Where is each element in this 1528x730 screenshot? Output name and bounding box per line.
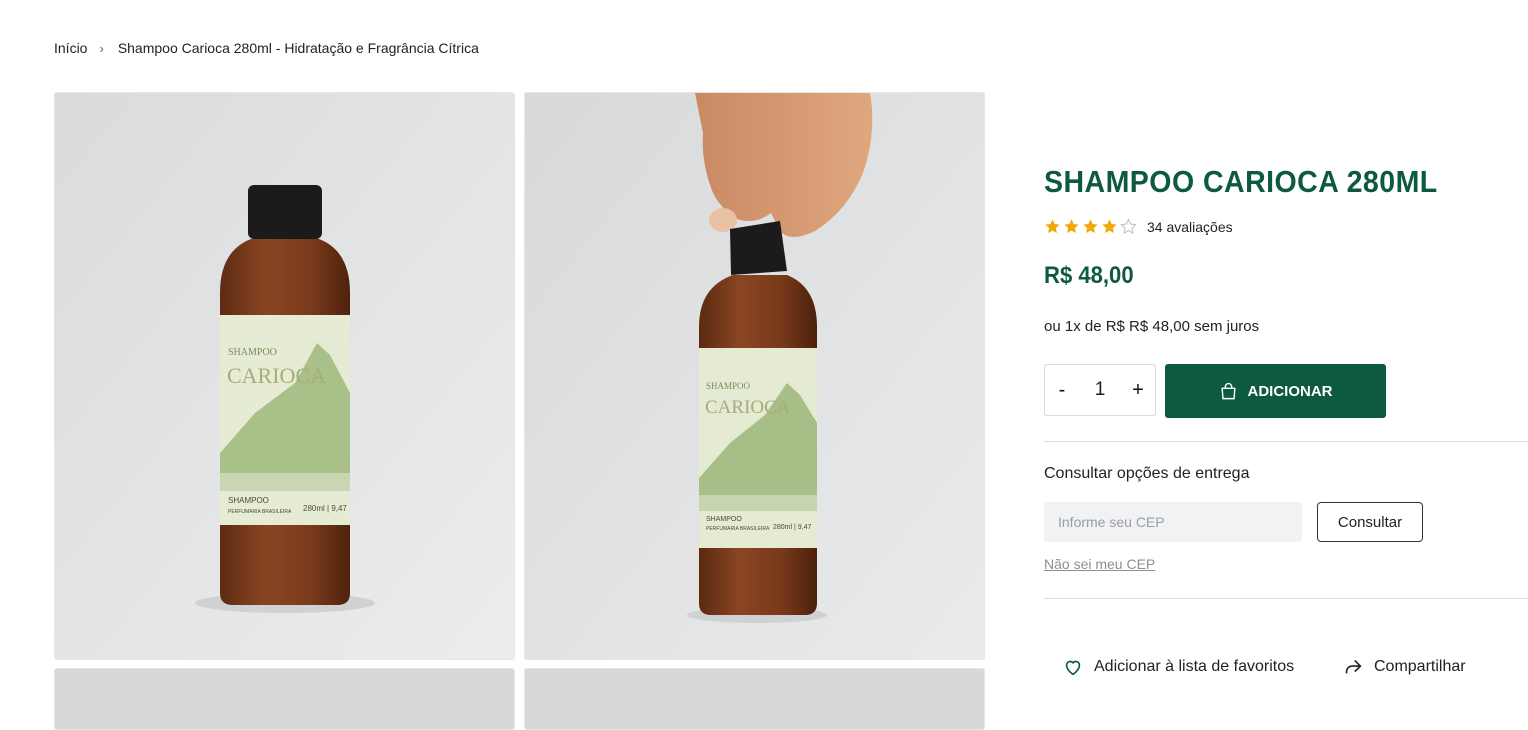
add-to-cart-label: ADICIONAR	[1247, 382, 1333, 400]
star-filled-icon	[1083, 219, 1098, 234]
share-button[interactable]: Compartilhar	[1342, 656, 1466, 678]
add-to-cart-button[interactable]: ADICIONAR	[1165, 364, 1386, 418]
quantity-value[interactable]: 1	[1079, 379, 1121, 401]
product-image-4[interactable]	[524, 668, 985, 730]
label-brand-small: SHAMPOO	[706, 381, 751, 391]
cep-input[interactable]	[1044, 502, 1302, 542]
breadcrumb-home-link[interactable]: Início	[54, 40, 87, 56]
product-image-3[interactable]	[54, 668, 515, 730]
label-brand-large: CARIOCA	[705, 397, 791, 418]
product-title: SHAMPOO CARIOCA 280ML	[1044, 164, 1438, 199]
quantity-increase-button[interactable]: +	[1121, 365, 1155, 415]
breadcrumb: Início › Shampoo Carioca 280ml - Hidrata…	[54, 40, 479, 56]
divider	[1044, 598, 1528, 599]
label-maker: PERFUMARIA BRASILEIRA	[706, 526, 770, 532]
product-price: R$ 48,00	[1044, 262, 1134, 289]
share-label: Compartilhar	[1374, 658, 1466, 675]
label-type: SHAMPOO	[706, 516, 742, 523]
label-maker: PERFUMARIA BRASILEIRA	[228, 509, 292, 515]
star-filled-icon	[1064, 219, 1079, 234]
label-brand-large: CARIOCA	[227, 363, 326, 388]
label-brand-small: SHAMPOO	[228, 347, 277, 358]
shopping-bag-icon	[1220, 382, 1236, 399]
quantity-stepper: - 1 +	[1044, 364, 1156, 416]
heart-icon	[1065, 660, 1081, 676]
favorites-label: Adicionar à lista de favoritos	[1094, 658, 1295, 675]
delivery-title: Consultar opções de entrega	[1044, 465, 1250, 482]
label-volume: 280ml | 9,47	[773, 524, 812, 531]
consult-cep-button[interactable]: Consultar	[1317, 502, 1423, 542]
breadcrumb-current: Shampoo Carioca 280ml - Hidratação e Fra…	[117, 40, 479, 56]
reviews-count[interactable]: 34 avaliações	[1147, 219, 1233, 235]
label-type: SHAMPOO	[228, 496, 269, 505]
label-volume: 280ml | 9,47	[303, 504, 347, 513]
divider	[1044, 441, 1528, 442]
share-icon	[1345, 659, 1362, 674]
quantity-decrease-button[interactable]: -	[1045, 365, 1079, 415]
star-empty-icon	[1120, 218, 1137, 234]
product-image-1[interactable]: SHAMPOO CARIOCA SHAMPOO PERFUMARIA BRASI…	[54, 92, 515, 660]
star-filled-icon	[1045, 219, 1060, 234]
product-rating[interactable]: 34 avaliações	[1044, 218, 1233, 235]
installments-text: ou 1x de R$ R$ 48,00 sem juros	[1044, 318, 1260, 335]
add-to-favorites-button[interactable]: Adicionar à lista de favoritos	[1062, 656, 1294, 678]
star-filled-icon	[1102, 219, 1117, 234]
breadcrumb-separator: ›	[99, 40, 104, 56]
product-image-2[interactable]: SHAMPOO CARIOCA SHAMPOO PERFUMARIA BRASI…	[524, 92, 985, 660]
rating-stars	[1044, 218, 1137, 235]
no-cep-link[interactable]: Não sei meu CEP	[1044, 556, 1155, 572]
